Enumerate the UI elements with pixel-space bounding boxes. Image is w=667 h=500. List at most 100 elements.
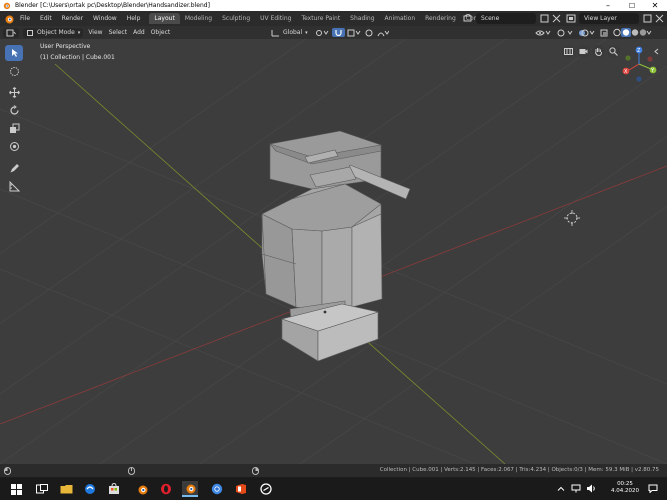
edge-browser-button[interactable] [82,481,98,497]
menu-edit[interactable]: Edit [35,15,57,22]
blender-icon [186,484,195,493]
blender-taskbar-button-active[interactable] [182,481,198,497]
visibility-icon [535,30,551,35]
maximize-button[interactable]: ☐ [620,0,644,11]
tab-layout[interactable]: Layout [149,13,180,24]
minimize-button[interactable]: – [596,0,620,11]
scale-tool[interactable] [5,120,23,136]
grid-view-icon [564,48,573,55]
delete-layer-icon[interactable] [655,14,664,23]
gizmo-toggle[interactable] [553,28,577,38]
scene-icon[interactable] [463,14,473,23]
overlays-toggle[interactable] [575,28,599,38]
tab-sculpting[interactable]: Sculpting [217,13,255,24]
editor-type-icon [6,29,16,36]
menu-select[interactable]: Select [106,28,131,38]
app-button[interactable] [258,481,274,497]
windows-taskbar: 00:25 4.04.2020 [0,478,667,500]
editor-type-button[interactable] [3,27,19,38]
file-explorer-button[interactable] [58,481,74,497]
transform-orientation-dropdown[interactable]: Global ▾ [268,28,311,38]
blender-taskbar-button-1[interactable] [134,481,150,497]
menu-file[interactable]: File [15,15,35,22]
mouse-middle-icon [128,467,135,475]
tab-modeling[interactable]: Modeling [180,13,217,24]
falloff-dropdown[interactable] [374,28,392,38]
transform-tool[interactable] [5,138,23,154]
duplicate-scene-icon[interactable] [540,14,549,23]
toggle-camera-view-button[interactable] [562,45,575,58]
chevron-up-icon[interactable] [557,485,565,493]
store-button[interactable] [106,481,122,497]
camera-view-button[interactable] [577,45,590,58]
tab-uv-editing[interactable]: UV Editing [255,13,296,24]
start-button[interactable] [8,481,24,497]
volume-icon[interactable] [586,484,596,493]
chrome-icon [211,483,223,495]
blender-app-icon [3,2,11,10]
gizmo-icon [557,29,573,36]
scene-statistics: Collection | Cube.001 | Verts:2.145 | Fa… [379,467,659,473]
tab-shading[interactable]: Shading [345,13,379,24]
tab-texture-paint[interactable]: Texture Paint [296,13,345,24]
move-tool[interactable] [5,84,23,100]
cursor-arrow-icon [11,49,18,57]
viewport-header: Object Mode ▾ View Select Add Object Glo… [0,26,667,39]
pan-view-button[interactable] [592,45,605,58]
viewport-scene[interactable]: X Y Z [0,39,667,464]
menu-view[interactable]: View [85,28,105,38]
delete-scene-icon[interactable] [552,14,561,23]
scale-icon [9,123,19,133]
menu-render[interactable]: Render [57,15,88,22]
snap-target-dropdown[interactable] [344,28,364,38]
tab-animation[interactable]: Animation [380,13,421,24]
clock-date: 4.04.2020 [611,488,639,494]
pivot-point-button[interactable] [312,28,332,38]
view-layer-icon[interactable] [566,14,576,23]
opera-button[interactable] [158,481,174,497]
menu-add[interactable]: Add [130,28,148,38]
cube-001-model[interactable] [261,130,411,362]
mode-dropdown[interactable]: Object Mode ▾ [23,27,84,38]
office-button[interactable] [233,481,249,497]
tab-rendering[interactable]: Rendering [420,13,461,24]
system-clock[interactable]: 00:25 4.04.2020 [611,481,639,495]
3d-cursor-icon[interactable] [564,210,580,226]
gizmo-neg-y-handle[interactable] [625,55,631,61]
cursor-tool[interactable] [5,63,23,79]
gizmo-x-label: X [624,69,628,75]
task-view-button[interactable] [34,481,50,497]
collection-info: (1) Collection | Cube.001 [40,54,115,61]
shading-modes[interactable] [609,28,655,38]
chrome-button[interactable] [209,481,225,497]
network-icon[interactable] [571,484,581,493]
view-layer-name: View Layer [584,15,617,22]
windows-logo-icon [10,483,22,495]
zoom-view-button[interactable] [607,45,620,58]
3d-viewport[interactable]: X Y Z User Perspective (1) Collection | … [0,39,667,464]
sidebar-toggle[interactable] [650,45,663,58]
rotate-tool[interactable] [5,102,23,118]
menu-object[interactable]: Object [148,28,174,38]
blender-logo-icon[interactable] [3,13,15,25]
duplicate-layer-icon[interactable] [643,14,652,23]
select-box-tool[interactable] [5,45,23,61]
gizmo-neg-z-handle[interactable] [636,76,642,82]
3d-cursor-tool-icon [9,66,19,76]
move-icon [8,86,20,98]
measure-tool[interactable] [5,178,23,194]
close-button[interactable]: ✕ [643,0,667,11]
notifications-icon[interactable] [648,484,658,493]
pencil-icon [10,163,19,172]
scene-selector[interactable]: Scene [476,13,536,24]
menu-window[interactable]: Window [88,15,122,22]
view-layer-selector[interactable]: View Layer [579,13,639,24]
folder-icon [60,485,72,494]
annotate-tool[interactable] [5,160,23,176]
gizmo-neg-x-handle[interactable] [647,56,653,62]
view-name: User Perspective [40,43,91,50]
menu-help[interactable]: Help [122,15,146,22]
proportional-edit-icon [365,29,373,36]
clock-time: 00:25 [617,481,633,487]
object-visibility-dropdown[interactable] [532,28,554,38]
